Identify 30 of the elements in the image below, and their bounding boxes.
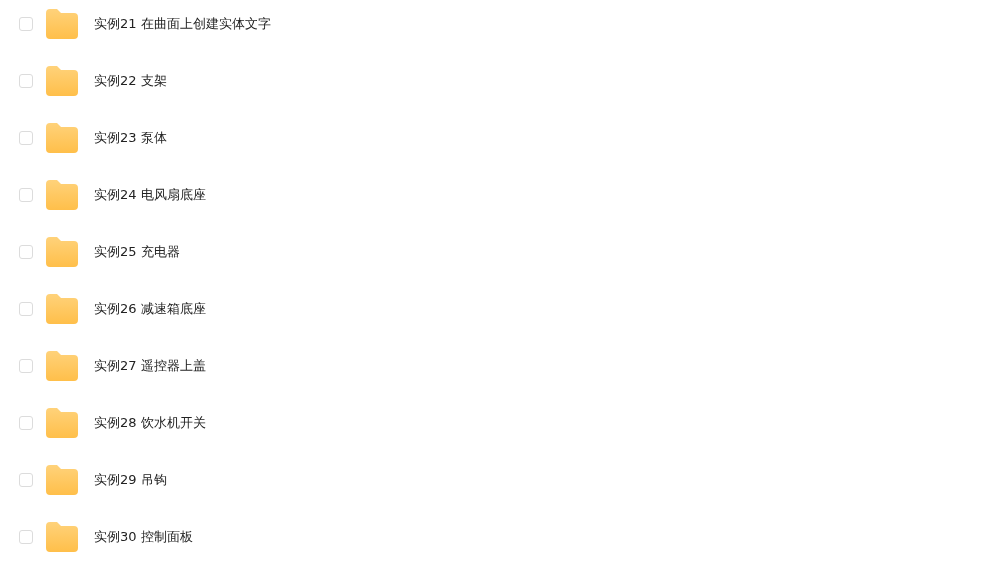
checkbox[interactable] — [19, 359, 33, 373]
checkbox[interactable] — [19, 74, 33, 88]
folder-name[interactable]: 实例30 控制面板 — [94, 528, 193, 546]
folder-icon — [46, 351, 78, 381]
folder-icon — [46, 294, 78, 324]
folder-icon — [46, 123, 78, 153]
checkbox[interactable] — [19, 245, 33, 259]
folder-icon — [46, 180, 78, 210]
folder-icon — [46, 522, 78, 552]
folder-icon — [46, 465, 78, 495]
folder-name[interactable]: 实例29 吊钩 — [94, 471, 167, 489]
folder-icon — [46, 66, 78, 96]
folder-name[interactable]: 实例27 遥控器上盖 — [94, 357, 206, 375]
checkbox[interactable] — [19, 302, 33, 316]
folder-name[interactable]: 实例28 饮水机开关 — [94, 414, 206, 432]
folder-name[interactable]: 实例22 支架 — [94, 72, 167, 90]
folder-icon — [46, 408, 78, 438]
checkbox[interactable] — [19, 416, 33, 430]
folder-name[interactable]: 实例21 在曲面上创建实体文字 — [94, 15, 271, 33]
checkbox[interactable] — [19, 188, 33, 202]
folder-name[interactable]: 实例23 泵体 — [94, 129, 167, 147]
folder-name[interactable]: 实例26 减速箱底座 — [94, 300, 206, 318]
checkbox[interactable] — [19, 473, 33, 487]
checkbox[interactable] — [19, 17, 33, 31]
checkbox[interactable] — [19, 131, 33, 145]
folder-icon — [46, 9, 78, 39]
folder-icon — [46, 237, 78, 267]
checkbox[interactable] — [19, 530, 33, 544]
folder-name[interactable]: 实例25 充电器 — [94, 243, 180, 261]
folder-name[interactable]: 实例24 电风扇底座 — [94, 186, 206, 204]
